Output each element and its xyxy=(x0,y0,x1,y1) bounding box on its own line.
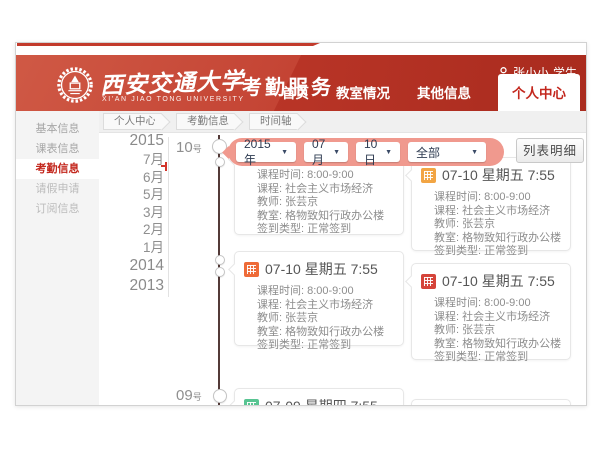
chevron-down-icon: ▼ xyxy=(385,149,392,156)
nav-item-home[interactable]: 首页 xyxy=(282,82,309,111)
date-filter-bubble: 2015年▼ 07月▼ 10日▼ 全部▼ xyxy=(228,138,504,166)
breadcrumb-timeline[interactable]: 时间轴 xyxy=(249,113,298,130)
timeline-node-icon xyxy=(213,389,227,403)
sidebar-item-schedule-info[interactable]: 课表信息 xyxy=(16,139,99,159)
day-marker-09: 09号 xyxy=(176,387,202,404)
card-field: 教师: 张芸京 xyxy=(434,218,564,232)
chevron-down-icon: ▼ xyxy=(471,149,478,156)
card-date-title: 07-10 星期五 7:55 xyxy=(442,165,555,185)
card-field: 课程: 社会主义市场经济 xyxy=(257,183,397,197)
timeline-node-icon xyxy=(215,267,225,277)
card-field: 签到类型: 正常签到 xyxy=(257,339,397,353)
card-field: 课程: 社会主义市场经济 xyxy=(434,205,564,219)
card-field: 签到类型: 正常签到 xyxy=(257,223,397,237)
university-name-cn: 西安交通大学 xyxy=(99,61,244,100)
chevron-down-icon: ▼ xyxy=(281,149,288,156)
timeline-scale-item[interactable]: 2月 xyxy=(112,221,164,239)
card-field: 教室: 格物致知行政办公楼 xyxy=(257,326,397,340)
card-body: 课程时间: 8:00-9:00课程: 社会主义市场经济教师: 张芸京教室: 格物… xyxy=(412,294,570,371)
sidebar-item-subscription-info[interactable]: 订阅信息 xyxy=(16,199,99,219)
attendance-card[interactable]: 07-10 星期五 7:55 课程时间: 8:00-9:00课程: 社会主义市场经… xyxy=(411,263,571,360)
timeline-scale-item[interactable]: 1月 xyxy=(112,239,164,257)
card-field: 教室: 格物致知行政办公楼 xyxy=(434,338,564,352)
current-month-marker xyxy=(165,162,167,171)
card-header: 07-10 星期五 7:55 xyxy=(235,252,403,282)
card-field: 课程时间: 8:00-9:00 xyxy=(434,191,564,205)
card-field: 教师: 张芸京 xyxy=(257,312,397,326)
timeline-scale-item[interactable]: 2015 xyxy=(112,131,164,151)
card-field: 课程: 社会主义市场经济 xyxy=(434,311,564,325)
card-header: 07-10 星期五 7:55 xyxy=(412,264,570,294)
card-field: 课程时间: 8:00-9:00 xyxy=(257,169,397,183)
list-detail-button[interactable]: 列表明细 xyxy=(516,138,584,163)
top-accent-line xyxy=(17,43,320,46)
timeline-scale-item[interactable]: 3月 xyxy=(112,204,164,222)
card-field: 签到类型: 正常签到 xyxy=(434,351,564,365)
attendance-service-window: 西安交通大学 XI'AN JIAO TONG UNIVERSITY 考勤服务 张… xyxy=(15,42,587,406)
day-dropdown[interactable]: 10日▼ xyxy=(356,142,400,162)
timeline-scale-item[interactable]: 2013 xyxy=(112,276,164,296)
attendance-stamp-icon xyxy=(244,399,259,407)
card-field: 教师: 张芸京 xyxy=(434,324,564,338)
card-field: 课程时间: 8:00-9:00 xyxy=(257,285,397,299)
nav-tab-personal-center[interactable]: 个人中心 xyxy=(498,74,580,111)
attendance-stamp-icon xyxy=(421,168,436,183)
timeline-scale-item[interactable]: 2014 xyxy=(112,256,164,276)
attendance-card[interactable]: 07-09 星期四 7:55 xyxy=(234,388,404,406)
sidebar: 基本信息 课表信息 考勤信息 请假申请 订阅信息 xyxy=(16,111,99,405)
nav-item-classrooms[interactable]: 教室情况 xyxy=(336,82,390,111)
attendance-card[interactable] xyxy=(411,399,571,406)
app-header: 西安交通大学 XI'AN JIAO TONG UNIVERSITY 考勤服务 张… xyxy=(16,55,586,111)
timeline-node-icon xyxy=(215,157,225,167)
sidebar-item-attendance-info[interactable]: 考勤信息 xyxy=(16,159,99,179)
attendance-stamp-icon xyxy=(421,274,436,289)
chevron-down-icon: ▼ xyxy=(333,149,340,156)
timeline-scale: 20157月6月5月3月2月1月20142013 xyxy=(112,131,164,296)
card-field: 课程: 社会主义市场经济 xyxy=(257,299,397,313)
breadcrumb-attendance-info[interactable]: 考勤信息 xyxy=(176,113,235,130)
attendance-stamp-icon xyxy=(244,262,259,277)
timeline-scale-item[interactable]: 7月 xyxy=(112,151,164,169)
timeline-node-icon xyxy=(215,255,225,265)
breadcrumb-personal-center[interactable]: 个人中心 xyxy=(103,113,162,130)
card-date-title: 07-10 星期五 7:55 xyxy=(265,259,378,279)
attendance-card[interactable]: 07-10 星期五 7:55 课程时间: 8:00-9:00课程: 社会主义市场经… xyxy=(234,251,404,346)
sidebar-item-leave-request[interactable]: 请假申请 xyxy=(16,179,99,199)
breadcrumb: 个人中心 考勤信息 时间轴 xyxy=(99,111,586,133)
timeline-scale-item[interactable]: 5月 xyxy=(112,186,164,204)
month-dropdown[interactable]: 07月▼ xyxy=(304,142,348,162)
type-dropdown[interactable]: 全部▼ xyxy=(408,142,486,162)
card-field: 教师: 张芸京 xyxy=(257,196,397,210)
card-header: 07-09 星期四 7:55 xyxy=(235,389,403,406)
nav-item-other-info[interactable]: 其他信息 xyxy=(417,82,471,111)
university-emblem-icon xyxy=(56,66,94,104)
card-field: 课程时间: 8:00-9:00 xyxy=(434,297,564,311)
card-date-title: 07-09 星期四 7:55 xyxy=(265,396,378,406)
year-dropdown[interactable]: 2015年▼ xyxy=(236,142,296,162)
university-name-en: XI'AN JIAO TONG UNIVERSITY xyxy=(102,96,245,103)
card-field: 签到类型: 正常签到 xyxy=(434,245,564,259)
card-body: 课程时间: 8:00-9:00课程: 社会主义市场经济教师: 张芸京教室: 格物… xyxy=(412,188,570,265)
card-date-title: 07-10 星期五 7:55 xyxy=(442,271,555,291)
card-field: 教室: 格物致知行政办公楼 xyxy=(257,210,397,224)
attendance-card[interactable]: 07-10 星期五 7:55 课程时间: 8:00-9:00课程: 社会主义市场经… xyxy=(411,157,571,251)
day-marker-10: 10号 xyxy=(176,139,202,156)
timeline-scale-item[interactable]: 6月 xyxy=(112,169,164,187)
main-nav: 首页 教室情况 其他信息 个人中心 xyxy=(282,74,580,111)
card-field: 教室: 格物致知行政办公楼 xyxy=(434,232,564,246)
card-body: 课程时间: 8:00-9:00课程: 社会主义市场经济教师: 张芸京教室: 格物… xyxy=(235,282,403,359)
timeline-scale-divider xyxy=(168,137,169,297)
sidebar-item-basic-info[interactable]: 基本信息 xyxy=(16,119,99,139)
